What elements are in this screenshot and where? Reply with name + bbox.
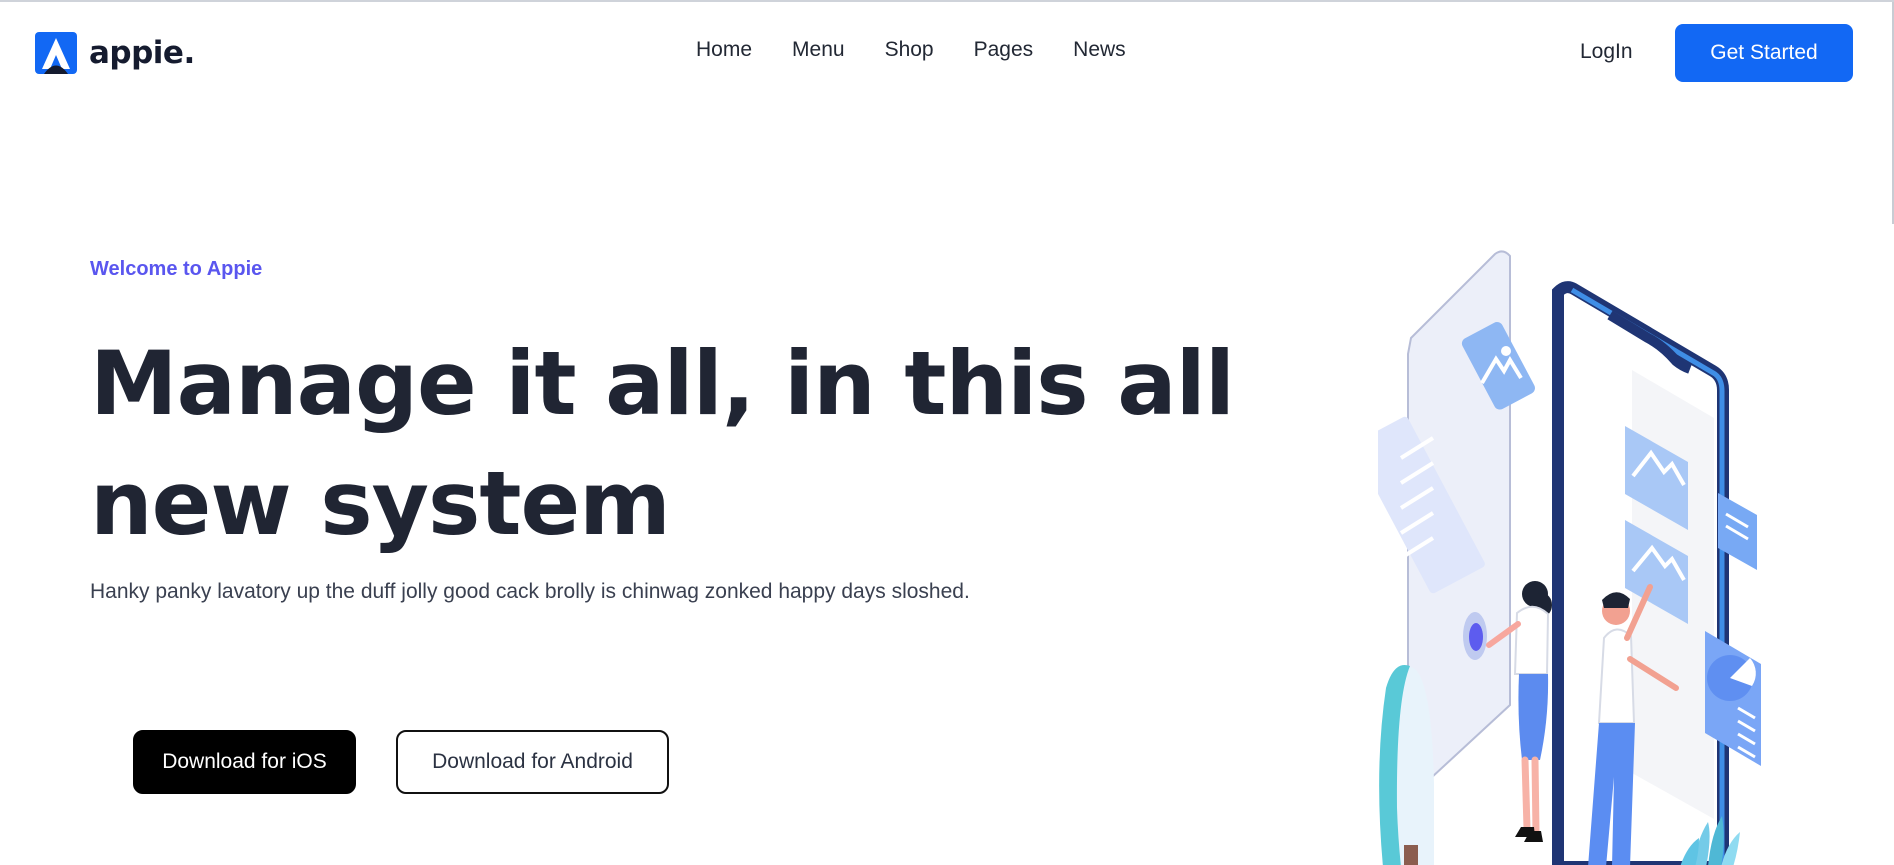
logo-text: appie.: [89, 34, 195, 71]
nav-home[interactable]: Home: [696, 38, 752, 62]
hero-eyebrow: Welcome to Appie: [90, 258, 263, 280]
landing-page: appie. Home Menu Shop Pages News LogIn G…: [0, 0, 1894, 865]
appie-logo-icon: [35, 32, 77, 74]
nav-menu[interactable]: Menu: [792, 38, 845, 62]
hero-subtitle: Hanky panky lavatory up the duff jolly g…: [90, 580, 970, 603]
site-header: appie. Home Menu Shop Pages News LogIn G…: [0, 2, 1894, 102]
download-ios-button[interactable]: Download for iOS: [133, 730, 356, 794]
hero-headline: Manage it all, in this all new system: [90, 332, 1235, 555]
nav-news[interactable]: News: [1073, 38, 1126, 62]
nav-pages[interactable]: Pages: [974, 38, 1034, 62]
main-nav: Home Menu Shop Pages News: [696, 38, 1126, 62]
get-started-button[interactable]: Get Started: [1675, 24, 1853, 82]
download-android-button[interactable]: Download for Android: [396, 730, 669, 794]
logo-link[interactable]: appie.: [35, 32, 195, 74]
hero-phone-illustration: [1378, 250, 1761, 865]
login-link[interactable]: LogIn: [1580, 40, 1633, 64]
nav-shop[interactable]: Shop: [885, 38, 934, 62]
